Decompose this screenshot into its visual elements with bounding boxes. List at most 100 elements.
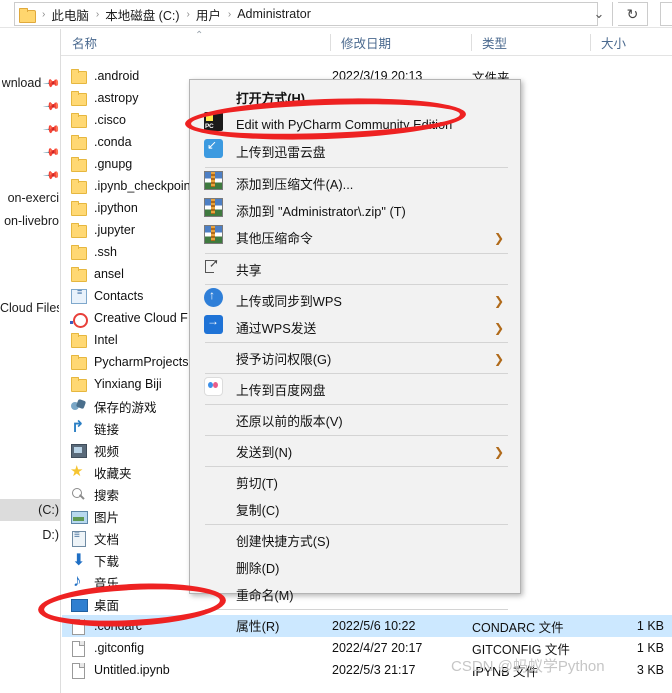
menu-item-create-shortcut[interactable]: 创建快捷方式(S) [191, 527, 521, 554]
file-icon [70, 618, 87, 635]
file-name-cell[interactable]: 图片 [70, 507, 119, 526]
menu-separator [205, 342, 508, 343]
file-name-cell[interactable]: .ipython [70, 200, 138, 216]
nav-item-python-livebook[interactable]: on-livebro [0, 210, 60, 232]
menu-item-label: 复制(C) [236, 503, 280, 518]
navigation-pane: wnload 📌 📌 📌 📌 📌 on-exerci on-livebro Cl… [0, 29, 61, 693]
breadcrumb-item-this-pc[interactable]: 此电脑 [48, 5, 92, 24]
file-date-cell: 2022/5/3 21:17 [332, 663, 416, 677]
pin-icon: 📌 [42, 143, 61, 162]
winrar-icon [204, 171, 223, 190]
menu-item-upload-to-baidu[interactable]: 上传到百度网盘 [191, 376, 521, 403]
menu-item-open-with[interactable]: 打开方式(H) [191, 84, 521, 111]
file-name-cell[interactable]: .android [70, 68, 139, 84]
menu-item-restore-previous-versions[interactable]: 还原以前的版本(V) [191, 407, 521, 434]
nav-item-local-disk-c[interactable]: (C:) [0, 499, 60, 521]
file-name-cell[interactable]: .condarc [70, 618, 142, 635]
file-name-label: PycharmProjects [94, 355, 189, 369]
file-name-cell[interactable]: 下载 [70, 550, 119, 570]
pin-icon: 📌 [42, 166, 61, 185]
nav-item-local-disk-d[interactable]: D:) [0, 524, 60, 546]
menu-item-upload-to-thunder[interactable]: 上传到迅雷云盘 [191, 138, 521, 165]
file-name-cell[interactable]: ansel [70, 266, 124, 282]
menu-item-edit-with-pycharm[interactable]: Edit with PyCharm Community Edition [191, 111, 521, 138]
file-name-cell[interactable]: Contacts [70, 287, 143, 304]
file-name-cell[interactable]: .gitconfig [70, 640, 144, 657]
file-name-label: .ssh [94, 245, 117, 259]
file-name-cell[interactable]: 搜索 [70, 485, 119, 504]
menu-separator [205, 404, 508, 405]
breadcrumb-item-users[interactable]: 用户 [193, 5, 224, 24]
file-name-cell[interactable]: 桌面 [70, 595, 119, 614]
file-name-cell[interactable]: 收藏夹 [70, 462, 132, 482]
watermark: CSDN @蚂蚁学Python [451, 658, 605, 675]
submenu-arrow-icon: ❯ [494, 320, 505, 335]
menu-item-cut[interactable]: 剪切(T) [191, 469, 521, 496]
column-header-date-modified[interactable]: 修改日期 [331, 29, 471, 56]
menu-item-rename[interactable]: 重命名(M) [191, 581, 521, 608]
file-name-cell[interactable]: 音乐 [70, 571, 120, 592]
share-icon [204, 256, 223, 276]
search-box-edge[interactable] [660, 2, 672, 26]
file-name-cell[interactable]: .jupyter [70, 222, 135, 238]
file-name-cell[interactable]: .conda [70, 134, 132, 150]
menu-item-other-archive-commands[interactable]: 其他压缩命令 ❯ [191, 224, 521, 251]
menu-item-label: 添加到压缩文件(A)... [236, 177, 354, 192]
column-header-type[interactable]: 类型 [472, 29, 590, 56]
file-name-cell[interactable]: Intel [70, 332, 118, 348]
file-name-cell[interactable]: Untitled.ipynb [70, 662, 170, 679]
menu-item-add-to-archive[interactable]: 添加到压缩文件(A)... [191, 170, 521, 197]
nav-item-label: (C:) [38, 503, 59, 517]
file-name-cell[interactable]: 保存的游戏 [70, 397, 157, 416]
breadcrumb-item-local-disk[interactable]: 本地磁盘 (C:) [102, 5, 182, 24]
folder-icon [70, 332, 87, 348]
file-icon [70, 662, 87, 679]
menu-item-upload-sync-wps[interactable]: 上传或同步到WPS ❯ [191, 287, 521, 314]
column-header-name[interactable]: 名称 [62, 29, 270, 56]
file-name-cell[interactable]: .gnupg [70, 156, 132, 172]
nav-item-pinned-2[interactable]: 📌 [0, 95, 60, 117]
pin-icon: 📌 [42, 74, 61, 93]
divider [612, 2, 613, 26]
folder-icon [70, 112, 87, 128]
nav-item-creative-cloud-files[interactable]: Cloud Files [0, 297, 60, 319]
menu-item-send-via-wps[interactable]: 通过WPS发送 ❯ [191, 314, 521, 341]
file-name-cell[interactable]: Yinxiang Biji [70, 376, 162, 392]
breadcrumb-item-administrator[interactable]: Administrator [234, 7, 314, 21]
file-name-cell[interactable]: 文档 [70, 529, 119, 548]
nav-item-pinned-3[interactable]: 📌 [0, 118, 60, 140]
nav-item-pinned-4[interactable]: 📌 [0, 141, 61, 163]
nav-item-python-exercises[interactable]: on-exerci [0, 187, 60, 209]
file-size-cell: 1 KB [636, 619, 664, 633]
breadcrumb[interactable]: › 此电脑 › 本地磁盘 (C:) › 用户 › Administrator [14, 2, 598, 26]
desktop-icon [70, 596, 88, 612]
column-header-size[interactable]: 大小 [591, 29, 672, 56]
file-name-label: .astropy [94, 91, 139, 105]
file-name-cell[interactable]: .ssh [70, 244, 117, 260]
file-name-cell[interactable]: 视频 [70, 441, 119, 460]
nav-item-pinned-5[interactable]: 📌 [0, 164, 61, 186]
menu-item-grant-access[interactable]: 授予访问权限(G) ❯ [191, 345, 521, 372]
menu-item-label: 打开方式(H) [236, 91, 305, 106]
file-name-label: 音乐 [94, 576, 120, 591]
menu-item-add-to-zip[interactable]: 添加到 "Administrator\.zip" (T) [191, 197, 521, 224]
menu-item-share[interactable]: 共享 [191, 256, 521, 283]
file-name-cell[interactable]: .ipynb_checkpoint [70, 178, 194, 194]
menu-item-label: 剪切(T) [236, 476, 278, 491]
menu-item-copy[interactable]: 复制(C) [191, 496, 521, 523]
refresh-icon[interactable]: ↻ [618, 2, 648, 26]
nav-item-downloads[interactable]: wnload 📌 [0, 72, 61, 94]
file-name-cell[interactable]: 链接 [70, 417, 119, 438]
chevron-down-icon[interactable]: ⌄ [586, 3, 612, 25]
menu-item-properties[interactable]: 属性(R) [191, 612, 521, 639]
file-name-cell[interactable]: Creative Cloud F [70, 310, 188, 328]
file-name-cell[interactable]: .astropy [70, 90, 138, 106]
breadcrumb-separator: › [95, 8, 100, 20]
file-name-cell[interactable]: PycharmProjects [70, 354, 188, 370]
file-name-label: .jupyter [94, 223, 135, 237]
file-name-cell[interactable]: .cisco [70, 112, 126, 128]
menu-item-delete[interactable]: 删除(D) [191, 554, 521, 581]
menu-item-label: 创建快捷方式(S) [236, 534, 330, 549]
menu-item-send-to[interactable]: 发送到(N) ❯ [191, 438, 521, 465]
menu-item-label: Edit with PyCharm Community Edition [236, 117, 453, 132]
